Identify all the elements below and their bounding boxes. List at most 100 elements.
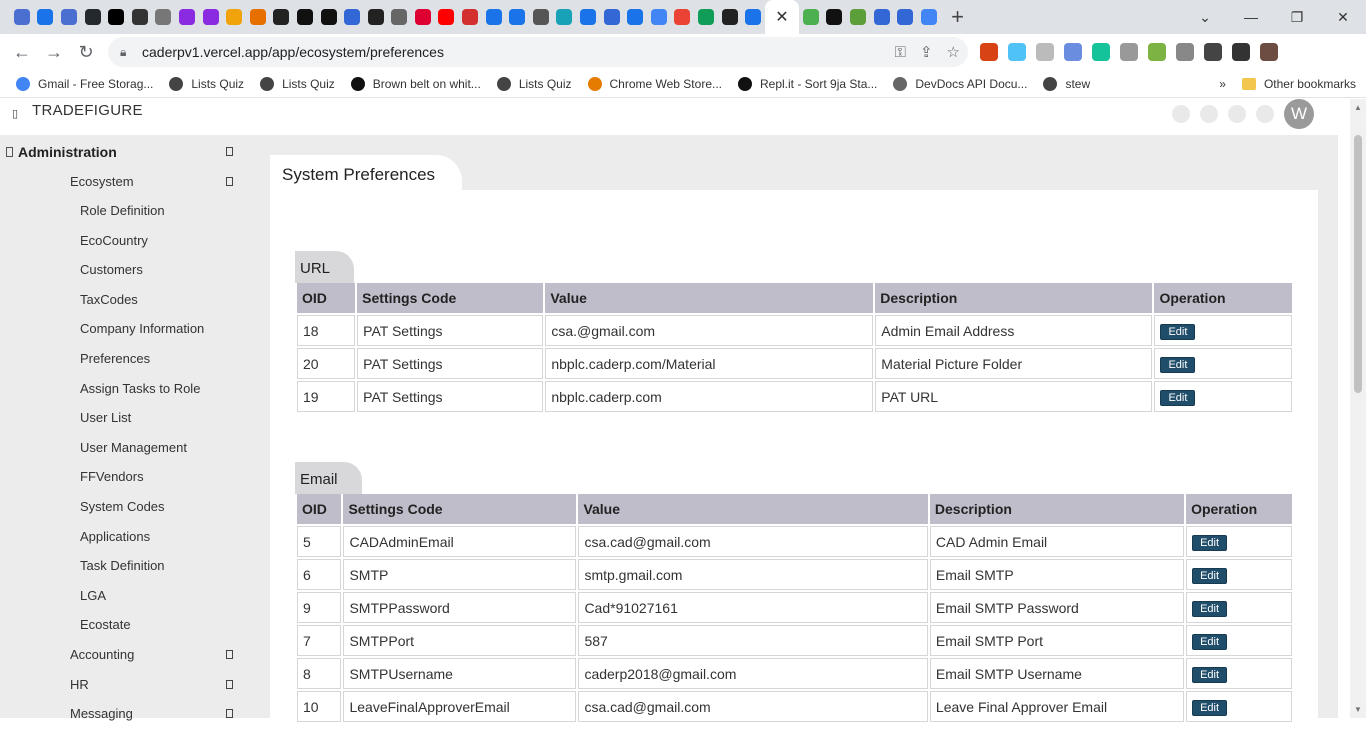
new-tab-button[interactable]: + (941, 0, 975, 34)
extension-icon[interactable] (1260, 43, 1278, 61)
sidebar-item-ecostate[interactable]: Ecostate (80, 617, 131, 632)
forward-icon[interactable]: → (38, 36, 70, 68)
extension-icon[interactable] (1232, 43, 1250, 61)
tab-favicon[interactable] (870, 0, 894, 34)
avatar[interactable]: W (1284, 99, 1314, 129)
other-bookmarks[interactable]: Other bookmarks (1241, 77, 1356, 91)
sidebar-item-company-information[interactable]: Company Information (80, 321, 204, 336)
close-window-icon[interactable]: ✕ (1320, 0, 1366, 34)
edit-button[interactable]: Edit (1192, 567, 1228, 584)
tab-favicon[interactable] (270, 0, 294, 34)
help-icon[interactable] (1256, 105, 1274, 123)
reload-icon[interactable]: ↻ (70, 36, 102, 68)
edit-button[interactable]: Edit (1160, 389, 1196, 406)
extension-icon[interactable] (1092, 43, 1110, 61)
tab-favicon[interactable] (799, 0, 823, 34)
administration-toggle-icon[interactable] (226, 147, 233, 156)
bookmark-item[interactable]: stew (1043, 70, 1090, 98)
sidebar-section-administration[interactable]: Administration (18, 144, 117, 160)
minimize-icon[interactable]: — (1228, 0, 1274, 34)
check-icon[interactable] (1172, 105, 1190, 123)
sidebar-item-applications[interactable]: Applications (80, 529, 150, 544)
expand-toggle-icon[interactable] (226, 650, 233, 659)
sidebar-item-task-definition[interactable]: Task Definition (80, 558, 165, 573)
expand-toggle-icon[interactable] (226, 709, 233, 718)
expand-toggle-icon[interactable] (226, 177, 233, 186)
tab-favicon[interactable] (10, 0, 34, 34)
tab-favicon[interactable] (647, 0, 671, 34)
tab-favicon[interactable] (600, 0, 624, 34)
tab-favicon[interactable] (364, 0, 388, 34)
tab-favicon[interactable] (317, 0, 341, 34)
bookmark-item[interactable]: Brown belt on whit... (350, 70, 481, 98)
tab-favicon[interactable] (823, 0, 847, 34)
extension-icon[interactable] (1176, 43, 1194, 61)
lock-icon[interactable]: 🔒︎ (120, 45, 134, 60)
sidebar-item-taxcodes[interactable]: TaxCodes (80, 292, 138, 307)
edit-button[interactable]: Edit (1192, 534, 1228, 551)
extension-icon[interactable] (1148, 43, 1166, 61)
active-tab[interactable]: ✕ (765, 0, 799, 34)
edit-button[interactable]: Edit (1160, 356, 1196, 373)
tab-favicon[interactable] (293, 0, 317, 34)
key-icon[interactable]: ⚿ (895, 44, 906, 61)
menu-toggle-icon[interactable]: ▯ (12, 107, 18, 120)
tab-favicon[interactable] (222, 0, 246, 34)
sidebar-item-system-codes[interactable]: System Codes (80, 499, 165, 514)
edit-button[interactable]: Edit (1160, 323, 1196, 340)
tab-favicon[interactable] (623, 0, 647, 34)
tab-favicon[interactable] (340, 0, 364, 34)
tab-search-icon[interactable]: ⌄ (1182, 0, 1228, 34)
tab-favicon[interactable] (529, 0, 553, 34)
scroll-thumb[interactable] (1354, 135, 1362, 393)
edit-button[interactable]: Edit (1192, 600, 1228, 617)
tab-favicon[interactable] (104, 0, 128, 34)
sidebar-group-hr[interactable]: HR (70, 677, 89, 692)
close-tab-icon[interactable]: ✕ (775, 7, 788, 27)
sidebar-item-ecocountry[interactable]: EcoCountry (80, 233, 148, 248)
bookmark-item[interactable]: Lists Quiz (169, 70, 244, 98)
edit-button[interactable]: Edit (1192, 699, 1228, 716)
edit-button[interactable]: Edit (1192, 633, 1228, 650)
tab-favicon[interactable] (81, 0, 105, 34)
sidebar-item-preferences[interactable]: Preferences (80, 351, 150, 366)
tab-favicon[interactable] (175, 0, 199, 34)
extension-icon[interactable] (1120, 43, 1138, 61)
sidebar-item-role-definition[interactable]: Role Definition (80, 203, 165, 218)
bookmark-item[interactable]: Lists Quiz (496, 70, 572, 98)
scroll-up-icon[interactable]: ▲ (1354, 103, 1362, 112)
bookmark-item[interactable]: Gmail - Free Storag... (16, 70, 153, 98)
page-scrollbar[interactable]: ▲ ▼ (1350, 99, 1366, 718)
tab-favicon[interactable] (505, 0, 529, 34)
tab-favicon[interactable] (694, 0, 718, 34)
tab-favicon[interactable] (152, 0, 176, 34)
collapse-icon[interactable] (6, 147, 13, 157)
sidebar-item-user-management[interactable]: User Management (80, 440, 187, 455)
tab-favicon[interactable] (893, 0, 917, 34)
bookmark-item[interactable]: Lists Quiz (260, 70, 335, 98)
tab-favicon[interactable] (846, 0, 870, 34)
tab-favicon[interactable] (411, 0, 435, 34)
tab-favicon[interactable] (458, 0, 482, 34)
tab-favicon[interactable] (671, 0, 695, 34)
scroll-down-icon[interactable]: ▼ (1354, 705, 1362, 714)
sidebar-item-ffvendors[interactable]: FFVendors (80, 469, 144, 484)
tab-favicon[interactable] (435, 0, 459, 34)
sidebar-item-assign-tasks-to-role[interactable]: Assign Tasks to Role (80, 381, 200, 396)
bookmark-item[interactable]: Chrome Web Store... (587, 70, 722, 98)
gear-icon[interactable] (1228, 105, 1246, 123)
share-icon[interactable]: ⇪ (920, 43, 933, 61)
back-icon[interactable]: ← (6, 36, 38, 68)
extension-icon[interactable] (1036, 43, 1054, 61)
tab-favicon[interactable] (246, 0, 270, 34)
tab-favicon[interactable] (199, 0, 223, 34)
tab-favicon[interactable] (553, 0, 577, 34)
extension-icon[interactable] (1064, 43, 1082, 61)
expand-toggle-icon[interactable] (226, 679, 233, 689)
extension-icon[interactable] (980, 43, 998, 61)
extension-icon[interactable] (1008, 43, 1026, 61)
sidebar-group-ecosystem[interactable]: Ecosystem (70, 174, 134, 189)
sidebar-group-accounting[interactable]: Accounting (70, 647, 134, 662)
sidebar-item-user-list[interactable]: User List (80, 410, 131, 425)
bell-icon[interactable] (1200, 105, 1218, 123)
